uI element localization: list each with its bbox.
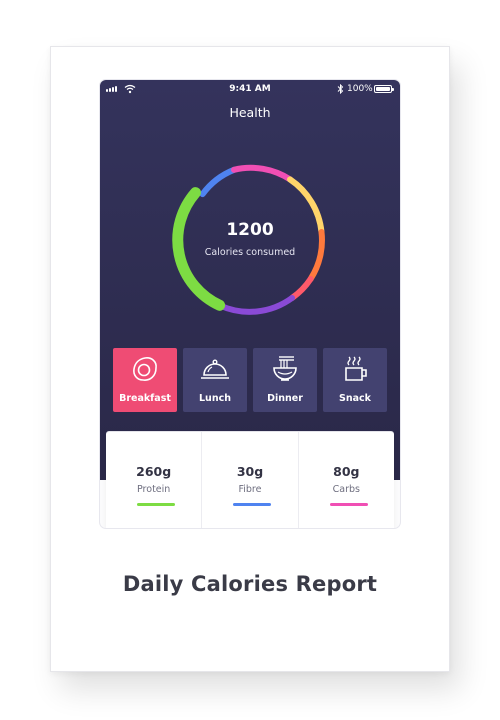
meal-label: Snack [339, 393, 371, 404]
noodle-bowl-icon [253, 354, 317, 386]
meal-label: Dinner [267, 393, 303, 404]
macro-bar [329, 503, 368, 506]
macro-label: Carbs [332, 484, 360, 495]
fried-egg-icon [113, 354, 177, 386]
ring-segment-purple [216, 295, 295, 315]
status-bar: 9:41 AM 100% [100, 80, 400, 100]
page-title: Health [229, 105, 271, 120]
battery-percent: 100% [347, 84, 373, 94]
meal-button-snack[interactable]: Snack [323, 348, 387, 412]
phone-mockup: 9:41 AM 100% Health 1200 Calories consum… [100, 80, 400, 528]
macro-bar [137, 503, 175, 506]
meal-button-lunch[interactable]: Lunch [183, 348, 247, 412]
report-caption: Daily Calories Report [122, 572, 378, 596]
calories-value: 1200 [226, 220, 274, 240]
hot-cup-icon [323, 354, 387, 386]
macro-value: 80g [333, 464, 360, 479]
macro-value: 260g [136, 464, 172, 479]
ring-segment-pink [231, 164, 293, 183]
macro-fibre: 30g Fibre [202, 432, 299, 528]
macro-value: 30g [236, 464, 264, 479]
macro-bar [233, 503, 272, 506]
meal-button-breakfast[interactable]: Breakfast [113, 348, 177, 412]
macros-panel: 260g Protein 30g Fibre 80g Carbs [106, 432, 394, 528]
calories-label: Calories consumed [204, 247, 296, 258]
macro-protein: 260g Protein [106, 432, 203, 528]
macro-label: Fibre [238, 484, 262, 495]
cloche-icon [183, 354, 247, 386]
ring-segment-red [289, 276, 314, 301]
bluetooth-icon [337, 84, 344, 94]
meal-label: Lunch [199, 393, 231, 404]
app-screen: 9:41 AM 100% Health 1200 Calories consum… [100, 80, 400, 480]
macro-carbs: 80g Carbs [299, 432, 394, 528]
ring-segment-blue [199, 166, 237, 198]
meal-label: Breakfast [119, 393, 171, 404]
meal-button-dinner[interactable]: Dinner [253, 348, 317, 412]
macro-label: Protein [137, 484, 171, 495]
battery-icon [374, 85, 394, 93]
calorie-ring-chart [172, 164, 325, 315]
